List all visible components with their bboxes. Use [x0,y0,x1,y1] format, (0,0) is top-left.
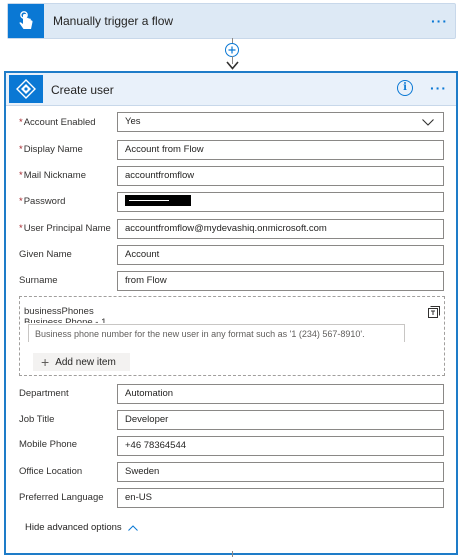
chevron-down-icon [422,119,434,126]
display-name-input[interactable]: Account from Flow [117,140,444,160]
trigger-title: Manually trigger a flow [53,14,174,28]
preferred-language-label: Preferred Language [19,492,104,503]
azure-ad-icon [9,75,43,103]
account-enabled-label: *Account Enabled [19,117,96,128]
upn-label: *User Principal Name [19,223,111,234]
given-name-label: Given Name [19,249,72,260]
switch-to-text-mode-icon[interactable] [428,306,440,318]
hide-advanced-options-button[interactable]: Hide advanced options [25,522,138,533]
given-name-input[interactable]: Account [117,245,444,265]
info-icon[interactable]: i [397,80,413,96]
plus-icon: + [41,354,50,370]
password-label: *Password [19,196,66,207]
chevron-up-icon [127,524,138,531]
preferred-language-input[interactable]: en-US [117,488,444,508]
add-new-item-button[interactable]: + Add new item [33,353,130,371]
trigger-more-options-button[interactable]: ··· [431,13,448,29]
mail-nickname-input[interactable]: accountfromflow [117,166,444,186]
business-phone-input[interactable]: Business phone number for the new user i… [28,324,405,342]
display-name-label: *Display Name [19,144,83,155]
connector-line-bottom [232,551,233,557]
department-label: Department [19,388,69,399]
surname-input[interactable]: from Flow [117,271,444,291]
surname-label: Surname [19,275,58,286]
hide-advanced-options-label: Hide advanced options [25,522,122,533]
arrow-down-icon [226,61,239,70]
mobile-phone-input[interactable]: +46 78364544 [117,436,444,456]
add-new-item-label: Add new item [55,356,116,368]
action-header[interactable]: Create user i ··· [6,73,456,106]
job-title-label: Job Title [19,414,55,425]
office-location-label: Office Location [19,466,83,477]
upn-input[interactable]: accountfromflow@mydevashiq.onmicrosoft.c… [117,219,444,239]
business-phones-title: businessPhones [24,306,94,317]
job-title-input[interactable]: Developer [117,410,444,430]
password-input[interactable] [117,192,444,212]
action-more-options-button[interactable]: ··· [430,80,447,96]
office-location-input[interactable]: Sweden [117,462,444,482]
business-phone-item-label: Business Phone - 1 [24,318,106,323]
password-mask [125,194,191,206]
plus-icon [228,46,236,54]
action-title: Create user [51,83,114,97]
account-enabled-dropdown[interactable]: Yes [117,112,444,132]
department-input[interactable]: Automation [117,384,444,404]
business-phones-array: businessPhones Business Phone - 1 Busine… [19,296,445,376]
mobile-phone-label: Mobile Phone [19,439,78,450]
trigger-card[interactable]: Manually trigger a flow ··· [7,3,456,39]
add-step-button[interactable] [225,43,239,57]
mail-nickname-label: *Mail Nickname [19,170,86,181]
account-enabled-value: Yes [125,116,141,127]
hand-tap-icon [8,4,44,38]
